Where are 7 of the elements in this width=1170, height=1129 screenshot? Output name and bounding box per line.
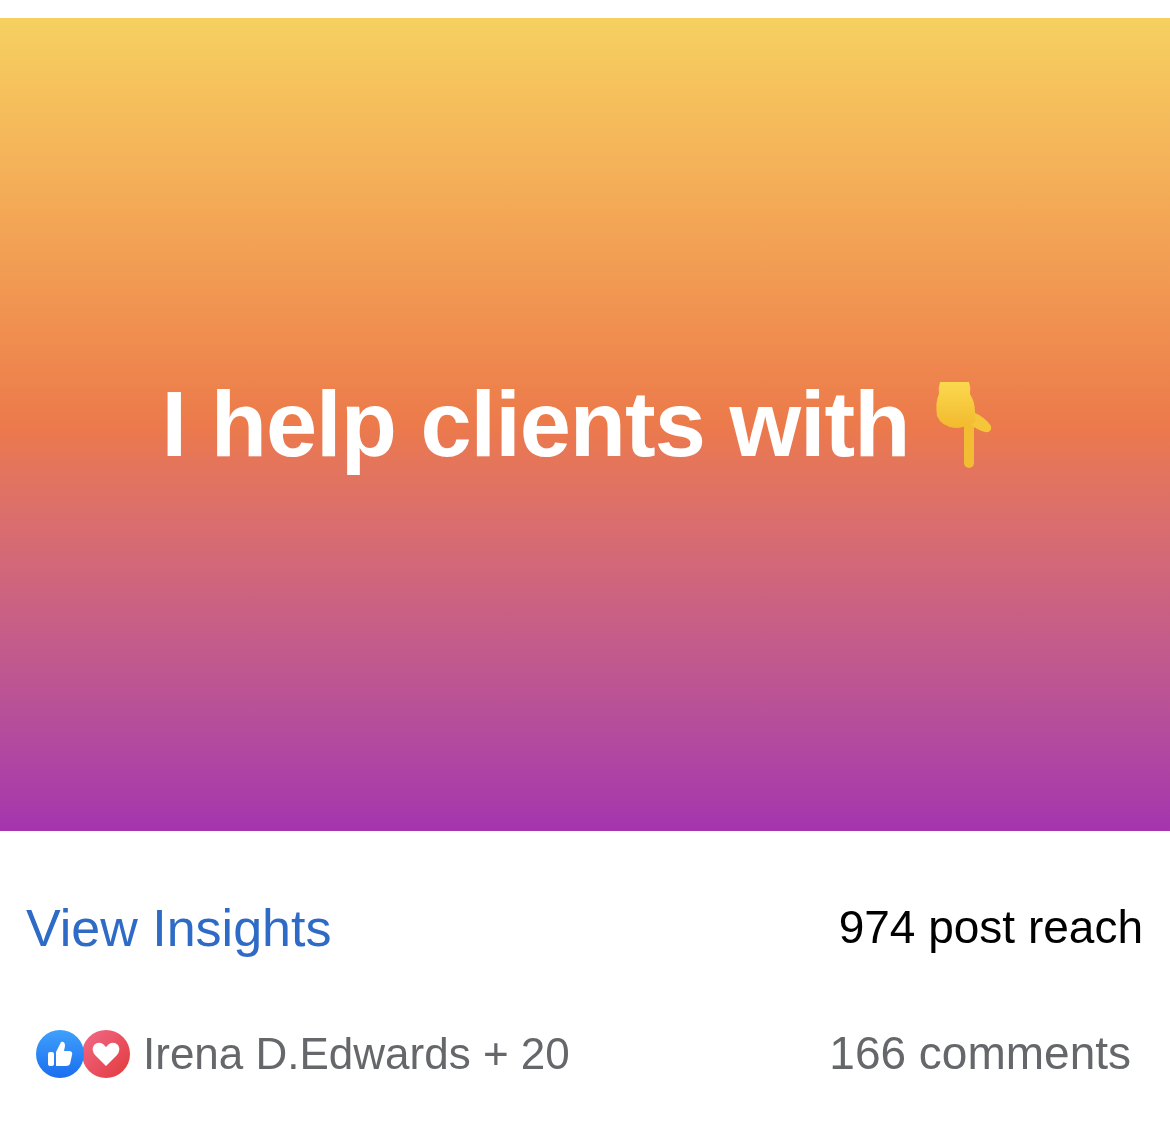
thumbs-up-icon [36, 1030, 84, 1078]
post-text: I help clients with [161, 372, 910, 478]
reactions-summary: Irena D.Edwards + 20 [143, 1027, 570, 1080]
comments-count-link[interactable]: 166 comments [829, 1026, 1131, 1082]
pointing-down-hand-icon [935, 381, 993, 468]
post-reach-count: 974 post reach [838, 900, 1143, 956]
view-insights-link[interactable]: View Insights [26, 896, 332, 960]
